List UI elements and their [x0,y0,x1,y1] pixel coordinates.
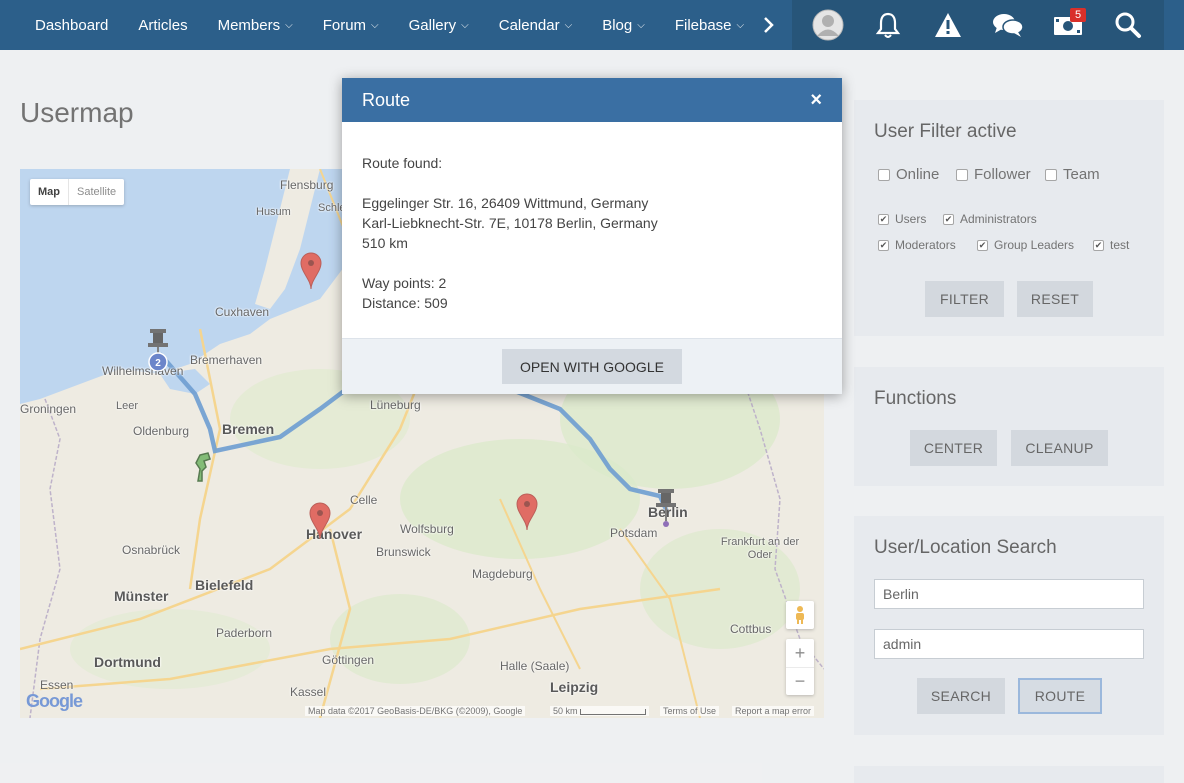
route-waypoints: Way points: 2 [362,275,447,291]
nav-articles[interactable]: Articles [123,0,202,50]
chevron-down-icon: ⌵ [285,19,293,31]
chat-icon[interactable] [990,7,1026,43]
route-length: 510 km [362,235,408,251]
nav-blog[interactable]: Blog ⌵ [587,0,660,50]
nav-label: Calendar [498,16,560,34]
nav-calendar[interactable]: Calendar ⌵ [484,0,587,50]
nav-label: Forum [322,16,367,34]
nav-forum[interactable]: Forum ⌵ [308,0,394,50]
user-panel: 5 [792,0,1164,50]
chevron-down-icon: ⌵ [461,19,469,31]
chevron-down-icon: ⌵ [736,19,745,31]
nav-label: Blog [602,16,633,34]
chevron-down-icon: ⌵ [564,19,573,31]
nav-label: Filebase [674,16,732,34]
dialog-body: Route found: Eggelinger Str. 16, 26409 W… [342,122,842,338]
dialog-title: Route [362,89,411,110]
nav-filebase[interactable]: Filebase ⌵ [660,0,759,50]
dialog-footer: OPEN WITH GOOGLE [342,338,842,394]
money-icon[interactable]: 5 [1050,7,1086,43]
nav-label: Members [217,16,281,34]
nav-label: Articles [138,16,188,34]
notification-badge: 5 [1070,8,1086,22]
main-menu: Dashboard Articles Members ⌵ Forum ⌵ Galle… [20,0,779,50]
open-with-google-button[interactable]: OPEN WITH GOOGLE [502,349,682,384]
close-icon[interactable]: × [810,90,822,110]
chevron-down-icon: ⌵ [637,19,645,31]
route-distance: Distance: 509 [362,295,448,311]
nav-dashboard[interactable]: Dashboard [20,0,123,50]
route-dialog: Route × Route found: Eggelinger Str. 16,… [342,78,842,394]
search-icon[interactable] [1110,7,1146,43]
bell-icon[interactable] [870,7,906,43]
nav-members[interactable]: Members ⌵ [203,0,308,50]
route-start-address: Eggelinger Str. 16, 26409 Wittmund, Germ… [362,195,649,211]
chevron-down-icon: ⌵ [371,19,379,31]
nav-gallery[interactable]: Gallery ⌵ [394,0,484,50]
dialog-header: Route × [342,78,842,122]
route-found-text: Route found: [362,155,443,171]
nav-label: Dashboard [35,16,109,34]
chevron-right-icon[interactable] [759,0,779,50]
nav-label: Gallery [408,16,457,34]
avatar[interactable] [810,7,846,43]
route-end-address: Karl-Liebknecht-Str. 7E, 10178 Berlin, G… [362,215,658,231]
top-navigation: Dashboard Articles Members ⌵ Forum ⌵ Galle… [0,0,1184,50]
warning-icon[interactable] [930,7,966,43]
